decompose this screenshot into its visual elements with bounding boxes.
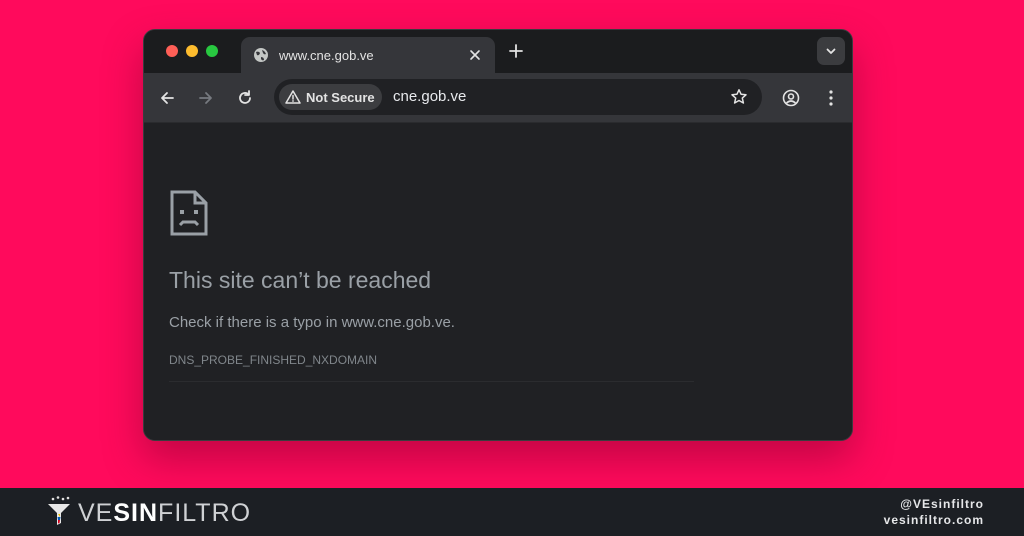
brand-part-2: SIN <box>113 499 159 527</box>
brand-part-1: VE <box>78 499 114 527</box>
profile-icon[interactable] <box>782 89 800 107</box>
error-code: DNS_PROBE_FINISHED_NXDOMAIN <box>169 353 378 367</box>
funnel-logo-icon <box>48 496 70 525</box>
more-menu-icon[interactable] <box>822 89 840 107</box>
close-tab-icon[interactable] <box>467 47 483 63</box>
brand-wordmark: VESINFILTRO <box>78 499 251 528</box>
maximize-window-button[interactable] <box>206 45 218 57</box>
bookmark-star-icon[interactable] <box>730 88 748 106</box>
forward-arrow-icon[interactable] <box>197 89 215 107</box>
tab-active[interactable]: www.cne.gob.ve <box>241 37 495 73</box>
tab-search-button[interactable] <box>817 37 845 65</box>
url-text[interactable]: cne.gob.ve <box>393 88 466 105</box>
security-chip[interactable]: Not Secure <box>279 84 382 110</box>
error-page: This site can’t be reached Check if ther… <box>144 123 852 440</box>
globe-icon <box>254 48 268 62</box>
error-title: This site can’t be reached <box>169 267 432 293</box>
brand-part-3: FILTRO <box>158 499 252 527</box>
tab-strip: www.cne.gob.ve <box>144 30 852 73</box>
reload-icon[interactable] <box>236 89 254 107</box>
social-handle: @VEsinfiltro <box>900 497 984 511</box>
new-tab-icon[interactable] <box>508 43 524 59</box>
toolbar: Not Secure cne.gob.ve <box>144 73 852 123</box>
minimize-window-button[interactable] <box>186 45 198 57</box>
warning-icon <box>285 90 301 104</box>
footer-bar: VESINFILTRO @VEsinfiltro vesinfiltro.com <box>0 488 1024 536</box>
address-bar[interactable]: Not Secure cne.gob.ve <box>274 79 762 115</box>
divider <box>169 381 694 382</box>
sad-page-icon <box>170 190 208 236</box>
website-url: vesinfiltro.com <box>883 513 984 527</box>
error-message: Check if there is a typo in www.cne.gob.… <box>169 314 455 331</box>
security-label: Not Secure <box>306 89 375 105</box>
social-info: @VEsinfiltro vesinfiltro.com <box>884 496 984 528</box>
back-arrow-icon[interactable] <box>158 89 176 107</box>
browser-window: www.cne.gob.ve Not Secure cne.gob.ve Thi… <box>143 29 853 441</box>
window-controls <box>166 45 218 57</box>
close-window-button[interactable] <box>166 45 178 57</box>
chevron-down-icon <box>826 48 836 54</box>
tab-title: www.cne.gob.ve <box>279 47 374 63</box>
